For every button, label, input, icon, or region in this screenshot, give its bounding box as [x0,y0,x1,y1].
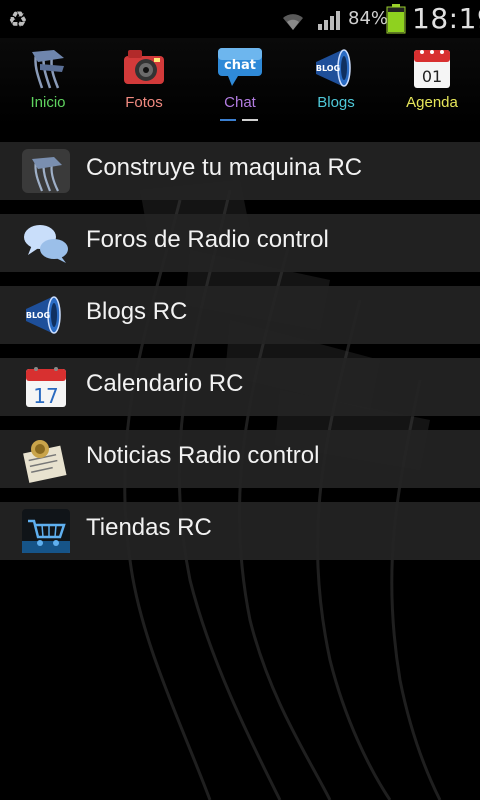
top-tab-bar: Inicio Fotos chat Chat BLOG Blogs 01 Age… [0,38,480,126]
blog-megaphone-icon: BLOG [316,49,351,87]
selected-tab-indicator [242,119,258,121]
status-bar: ♻ 84% 18:19 [0,0,480,38]
tab-label: Chat [224,94,256,111]
tab-agenda[interactable]: 01 Agenda [384,38,480,126]
wifi-icon [283,14,303,30]
tab-label: Agenda [406,94,458,111]
shopping-cart-icon [22,509,70,553]
blog-icon-text: BLOG [26,311,50,320]
chat-icon: chat [218,48,262,86]
recycle-icon: ♻ [8,8,28,33]
list-item-label: Tiendas RC [86,514,212,541]
logo-icon [32,50,64,89]
tab-label: Inicio [30,94,66,111]
app-screen: ♻ 84% 18:19 [0,0,480,800]
tab-chat[interactable]: chat Chat [192,38,288,126]
blog-icon-text: BLOG [316,64,340,73]
selected-tab-indicator [220,119,236,121]
newspaper-icon [23,440,67,483]
tab-label: Blogs [317,94,355,111]
clock: 18:19 [412,2,480,35]
list-item-label: Foros de Radio control [86,226,329,253]
logo-icon [22,149,70,193]
list-item-label: Calendario RC [86,370,244,397]
calendar-day-text: 17 [33,384,58,408]
tab-fotos[interactable]: Fotos [96,38,192,126]
list-item-tiendas[interactable]: Tiendas RC [0,502,480,560]
list-item-foros[interactable]: Foros de Radio control [0,214,480,272]
battery-icon [386,4,406,34]
list-item-blogs[interactable]: BLOG Blogs RC [0,286,480,344]
calendar-icon: 01 [414,50,450,88]
list-item-construye[interactable]: Construye tu maquina RC [0,142,480,200]
signal-icon [318,11,340,30]
speech-bubbles-icon [24,225,68,263]
blog-megaphone-icon: BLOG [26,296,61,334]
battery-percent: 84% [348,8,389,29]
calendar-icon: 17 [26,367,66,408]
list-item-label: Blogs RC [86,298,188,325]
tab-inicio[interactable]: Inicio [0,38,96,126]
calendar-day-text: 01 [422,67,442,86]
camera-icon [124,50,164,84]
chat-icon-text: chat [224,58,256,73]
list-item-label: Construye tu maquina RC [86,154,363,181]
list-item-label: Noticias Radio control [86,442,320,469]
tab-label: Fotos [125,94,163,111]
tab-blogs[interactable]: BLOG Blogs [288,38,384,126]
list-item-noticias[interactable]: Noticias Radio control [0,430,480,488]
list-item-calendario[interactable]: 17 Calendario RC [0,358,480,416]
